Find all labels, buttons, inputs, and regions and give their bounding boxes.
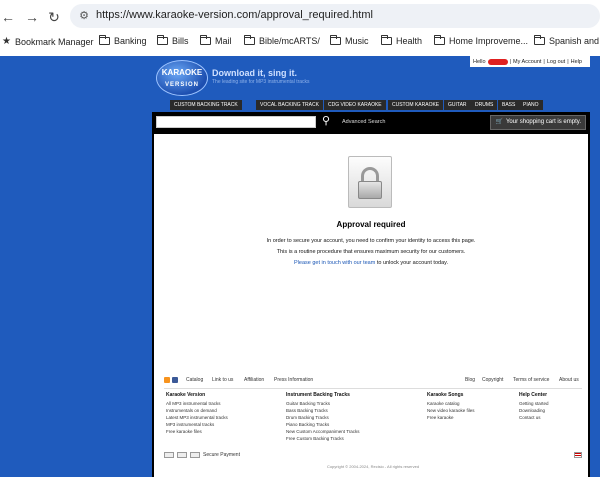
footer-catalog[interactable]: Catalog	[186, 377, 203, 383]
star-icon: ★	[2, 36, 11, 47]
site-settings-icon[interactable]: ⚙	[76, 8, 92, 24]
forward-icon[interactable]: →	[24, 9, 40, 25]
folder-icon	[534, 35, 545, 45]
shopping-cart[interactable]: 🛒 Your shopping cart is empty.	[490, 115, 586, 130]
page-title: Approval required	[336, 220, 406, 229]
message-line-2: This is a routine procedure that ensures…	[276, 249, 466, 255]
menu-bass[interactable]: Bass	[498, 100, 520, 110]
hello-text: Hello	[473, 58, 486, 65]
help-link[interactable]: Help	[571, 59, 582, 65]
lock-icon	[348, 156, 392, 208]
menu-cdg-video-karaoke[interactable]: CDG Video Karaoke	[324, 100, 386, 110]
footer-affiliation[interactable]: Affiliation	[244, 377, 264, 383]
bookmark-bible[interactable]: Bible/mcARTS/	[244, 35, 320, 46]
browser-chrome: ← → ↻ ⚙ https://www.karaoke-version.com/…	[0, 0, 600, 56]
footer-about[interactable]: About us	[559, 377, 579, 383]
copyright: Copyright © 2004-2024, Recisio - All rig…	[326, 464, 420, 469]
address-bar[interactable]: ⚙ https://www.karaoke-version.com/approv…	[70, 4, 600, 28]
account-bar: Hello | My Account | Log out | Help	[470, 56, 590, 67]
footer-links: Catalog Link to us Affiliation Press Inf…	[164, 376, 582, 386]
paypal-icon	[190, 452, 200, 458]
footer-col-karaoke-version: Karaoke Version All MP3 instrumental tra…	[166, 392, 228, 434]
search-input[interactable]	[156, 116, 316, 128]
menu-vocal-backing-track[interactable]: Vocal Backing Track	[256, 100, 323, 110]
advanced-search-link[interactable]: Advanced Search	[342, 119, 385, 125]
footer-col-karaoke-songs: Karaoke Songs Karaoke catalog New video …	[427, 392, 475, 420]
menu-drums[interactable]: Drums	[471, 100, 498, 110]
search-icon[interactable]: ⚲	[322, 115, 335, 128]
bookmark-spanish[interactable]: Spanish and e	[534, 35, 600, 46]
footer-copyright-link[interactable]: Copyright	[482, 377, 503, 383]
bookmark-manager[interactable]: ★ Bookmark Manager	[2, 36, 94, 47]
facebook-icon[interactable]	[172, 377, 178, 383]
folder-icon	[330, 35, 341, 45]
credit-card-icon	[177, 452, 187, 458]
footer-col-instrument-backing: Instrument Backing Tracks Guitar Backing…	[286, 392, 360, 441]
bookmark-music[interactable]: Music	[330, 35, 369, 46]
menu-piano[interactable]: Piano	[519, 100, 543, 110]
footer-divider	[164, 388, 582, 389]
message-line-1: In order to secure your account, you nee…	[266, 238, 476, 244]
tagline-sub: The leading site for MP3 instrumental tr…	[212, 79, 310, 85]
footer-col-help-center: Help Center Getting started Downloading …	[519, 392, 549, 420]
folder-icon	[200, 35, 211, 45]
bookmark-home-improvement[interactable]: Home Improveme...	[434, 35, 528, 46]
message-line-3: Please get in touch with our team to unl…	[294, 260, 448, 266]
folder-icon	[434, 35, 445, 45]
footer-link-to-us[interactable]: Link to us	[212, 377, 233, 383]
folder-icon	[244, 35, 255, 45]
main-panel: ⚲ Advanced Search 🛒 Your shopping cart i…	[152, 112, 590, 477]
folder-icon	[99, 35, 110, 45]
footer-blog[interactable]: Blog	[465, 377, 475, 383]
bookmark-health[interactable]: Health	[381, 35, 422, 46]
tagline: Download it, sing it.	[212, 68, 297, 78]
redacted-username	[487, 58, 508, 65]
menu-custom-karaoke[interactable]: Custom Karaoke	[388, 100, 444, 110]
bookmark-mail[interactable]: Mail	[200, 35, 232, 46]
bookmark-bills[interactable]: Bills	[157, 35, 189, 46]
karaoke-version-logo[interactable]: KARAOKE VERSION	[156, 60, 208, 96]
back-icon[interactable]: ←	[0, 9, 16, 25]
secure-payment: Secure Payment	[164, 452, 240, 458]
my-account-link[interactable]: My Account	[513, 59, 541, 65]
us-flag-icon[interactable]	[574, 452, 582, 458]
rss-icon[interactable]	[164, 377, 170, 383]
url-text[interactable]: https://www.karaoke-version.com/approval…	[96, 9, 373, 21]
bookmarks-bar: ★ Bookmark Manager Banking Bills Mail Bib…	[0, 33, 600, 51]
folder-icon	[157, 35, 168, 45]
content-area: Approval required In order to secure you…	[154, 134, 588, 477]
site-header: KARAOKE VERSION Download it, sing it. Th…	[0, 56, 600, 112]
logout-link[interactable]: Log out	[547, 59, 565, 65]
cart-icon: 🛒	[495, 119, 503, 125]
reload-icon[interactable]: ↻	[46, 9, 62, 25]
bookmark-banking[interactable]: Banking	[99, 35, 147, 46]
contact-team-link[interactable]: Please get in touch with our team	[294, 260, 375, 266]
footer-press[interactable]: Press Information	[274, 377, 313, 383]
menu-guitar[interactable]: Guitar	[444, 100, 471, 110]
credit-card-icon	[164, 452, 174, 458]
footer-terms[interactable]: Terms of service	[513, 377, 549, 383]
folder-icon	[381, 35, 392, 45]
menu-custom-backing-track[interactable]: Custom Backing Track	[170, 100, 242, 110]
